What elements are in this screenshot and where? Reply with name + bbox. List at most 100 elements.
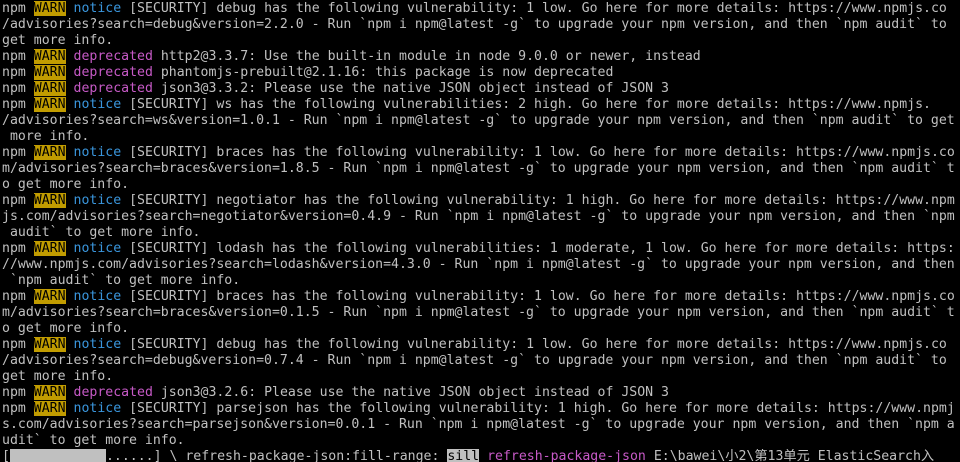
npm-prefix: npm xyxy=(2,65,26,80)
npm-prefix: npm xyxy=(2,193,26,208)
notice-label: notice xyxy=(73,1,122,16)
log-message: [SECURITY] braces has the following vuln… xyxy=(129,289,955,304)
log-line: npm WARN deprecated http2@3.3.7: Use the… xyxy=(2,49,960,65)
log-line: m/advisories?search=braces&version=1.8.5… xyxy=(2,161,960,177)
npm-prefix: npm xyxy=(2,145,26,160)
log-line: o get more info. xyxy=(2,321,960,337)
npm-prefix: npm xyxy=(2,401,26,416)
npm-prefix: npm xyxy=(2,97,26,112)
deprecated-label: deprecated xyxy=(73,49,153,64)
npm-prefix: npm xyxy=(2,1,26,16)
log-line: npm WARN notice [SECURITY] braces has th… xyxy=(2,289,960,305)
log-line: s.com/advisories?search=parsejson&versio… xyxy=(2,417,960,433)
log-line: npm WARN notice [SECURITY] debug has the… xyxy=(2,1,960,17)
log-line: get more info. xyxy=(2,369,960,385)
log-message: [SECURITY] braces has the following vuln… xyxy=(129,145,955,160)
log-line: js.com/advisories?search=negotiator&vers… xyxy=(2,209,960,225)
warn-badge: WARN xyxy=(33,1,66,16)
current-step-label: refresh-package-json xyxy=(487,449,646,462)
progress-bar-fill xyxy=(9,449,106,462)
log-message: o get more info. xyxy=(2,321,130,336)
npm-prefix: npm xyxy=(2,385,26,400)
log-line: more info. xyxy=(2,129,960,145)
warn-badge: WARN xyxy=(33,145,66,160)
npm-prefix: npm xyxy=(2,49,26,64)
log-message: /advisories?search=debug&version=2.2.0 -… xyxy=(2,17,947,32)
log-line: get more info. xyxy=(2,33,960,49)
log-message: [SECURITY] negotiator has the following … xyxy=(129,193,955,208)
log-message: o get more info. xyxy=(2,177,130,192)
log-message: udit` to get more info. xyxy=(2,433,185,448)
log-message: [SECURITY] ws has the following vulnerab… xyxy=(129,97,931,112)
log-message: more info. xyxy=(2,129,90,144)
warn-badge: WARN xyxy=(33,337,66,352)
warn-badge: WARN xyxy=(33,49,66,64)
log-line: npm WARN deprecated json3@3.3.2: Please … xyxy=(2,81,960,97)
install-progress-line: [ ......] \ refresh-package-json:fill-ran… xyxy=(2,449,960,462)
warn-badge: WARN xyxy=(33,241,66,256)
log-message: [SECURITY] debug has the following vulne… xyxy=(129,1,947,16)
notice-label: notice xyxy=(73,241,122,256)
notice-label: notice xyxy=(73,97,122,112)
log-line: npm WARN notice [SECURITY] parsejson has… xyxy=(2,401,960,417)
log-line: /advisories?search=ws&version=1.0.1 - Ru… xyxy=(2,113,960,129)
log-line: npm WARN notice [SECURITY] braces has th… xyxy=(2,145,960,161)
deprecated-label: deprecated xyxy=(73,81,153,96)
npm-prefix: npm xyxy=(2,81,26,96)
warn-badge: WARN xyxy=(33,385,66,400)
progress-open-bracket: [ xyxy=(2,449,10,462)
npm-prefix: npm xyxy=(2,241,26,256)
notice-label: notice xyxy=(73,289,122,304)
log-message: m/advisories?search=braces&version=0.1.5… xyxy=(2,305,955,320)
log-line: npm WARN notice [SECURITY] debug has the… xyxy=(2,337,960,353)
log-message: get more info. xyxy=(2,369,114,384)
log-message: /advisories?search=ws&version=1.0.1 - Ru… xyxy=(2,113,955,128)
warn-badge: WARN xyxy=(33,65,66,80)
deprecated-label: deprecated xyxy=(73,385,153,400)
warn-badge: WARN xyxy=(33,97,66,112)
log-line: m/advisories?search=braces&version=0.1.5… xyxy=(2,305,960,321)
log-line: npm WARN deprecated json3@3.2.6: Please … xyxy=(2,385,960,401)
warn-badge: WARN xyxy=(33,401,66,416)
log-message: [SECURITY] lodash has the following vuln… xyxy=(129,241,955,256)
deprecated-label: deprecated xyxy=(73,65,153,80)
log-message: `npm audit` to get more info. xyxy=(2,273,241,288)
log-line: udit` to get more info. xyxy=(2,433,960,449)
log-line: //www.npmjs.com/advisories?search=lodash… xyxy=(2,257,960,273)
log-line: o get more info. xyxy=(2,177,960,193)
log-message: /advisories?search=debug&version=0.7.4 -… xyxy=(2,353,947,368)
progress-trail: ......] \ refresh-package-json:fill-rang… xyxy=(105,449,448,462)
log-message: [SECURITY] parsejson has the following v… xyxy=(129,401,955,416)
warn-badge: WARN xyxy=(33,289,66,304)
log-message: s.com/advisories?search=parsejson&versio… xyxy=(2,417,955,432)
terminal-output: npm WARN notice [SECURITY] debug has the… xyxy=(2,1,960,449)
log-message: //www.npmjs.com/advisories?search=lodash… xyxy=(2,257,955,272)
log-message: json3@3.2.6: Please use the native JSON … xyxy=(160,385,669,400)
log-message: audit` to get more info. xyxy=(2,225,201,240)
log-message: http2@3.3.7: Use the built-in module in … xyxy=(160,49,701,64)
notice-label: notice xyxy=(73,337,122,352)
terminal-window[interactable]: npm WARN notice [SECURITY] debug has the… xyxy=(2,1,960,462)
log-line: npm WARN deprecated phantomjs-prebuilt@2… xyxy=(2,65,960,81)
npm-prefix: npm xyxy=(2,337,26,352)
notice-label: notice xyxy=(73,193,122,208)
log-message: get more info. xyxy=(2,33,114,48)
notice-label: notice xyxy=(73,145,122,160)
log-message: json3@3.3.2: Please use the native JSON … xyxy=(160,81,669,96)
log-line: /advisories?search=debug&version=2.2.0 -… xyxy=(2,17,960,33)
warn-badge: WARN xyxy=(33,193,66,208)
log-line: npm WARN notice [SECURITY] ws has the fo… xyxy=(2,97,960,113)
warn-badge: WARN xyxy=(33,81,66,96)
npm-prefix: npm xyxy=(2,289,26,304)
log-message: js.com/advisories?search=negotiator&vers… xyxy=(2,209,955,224)
log-line: `npm audit` to get more info. xyxy=(2,273,960,289)
log-line: npm WARN notice [SECURITY] lodash has th… xyxy=(2,241,960,257)
log-message: phantomjs-prebuilt@2.1.16: this package … xyxy=(160,65,614,80)
log-line: audit` to get more info. xyxy=(2,225,960,241)
log-message: m/advisories?search=braces&version=1.8.5… xyxy=(2,161,955,176)
log-line: npm WARN notice [SECURITY] negotiator ha… xyxy=(2,193,960,209)
current-path-text: E:\bawei\小2\第13单元 ElasticSearch入 xyxy=(645,449,935,462)
log-message: [SECURITY] debug has the following vulne… xyxy=(129,337,947,352)
silly-level-badge: sill xyxy=(447,449,480,462)
log-line: /advisories?search=debug&version=0.7.4 -… xyxy=(2,353,960,369)
